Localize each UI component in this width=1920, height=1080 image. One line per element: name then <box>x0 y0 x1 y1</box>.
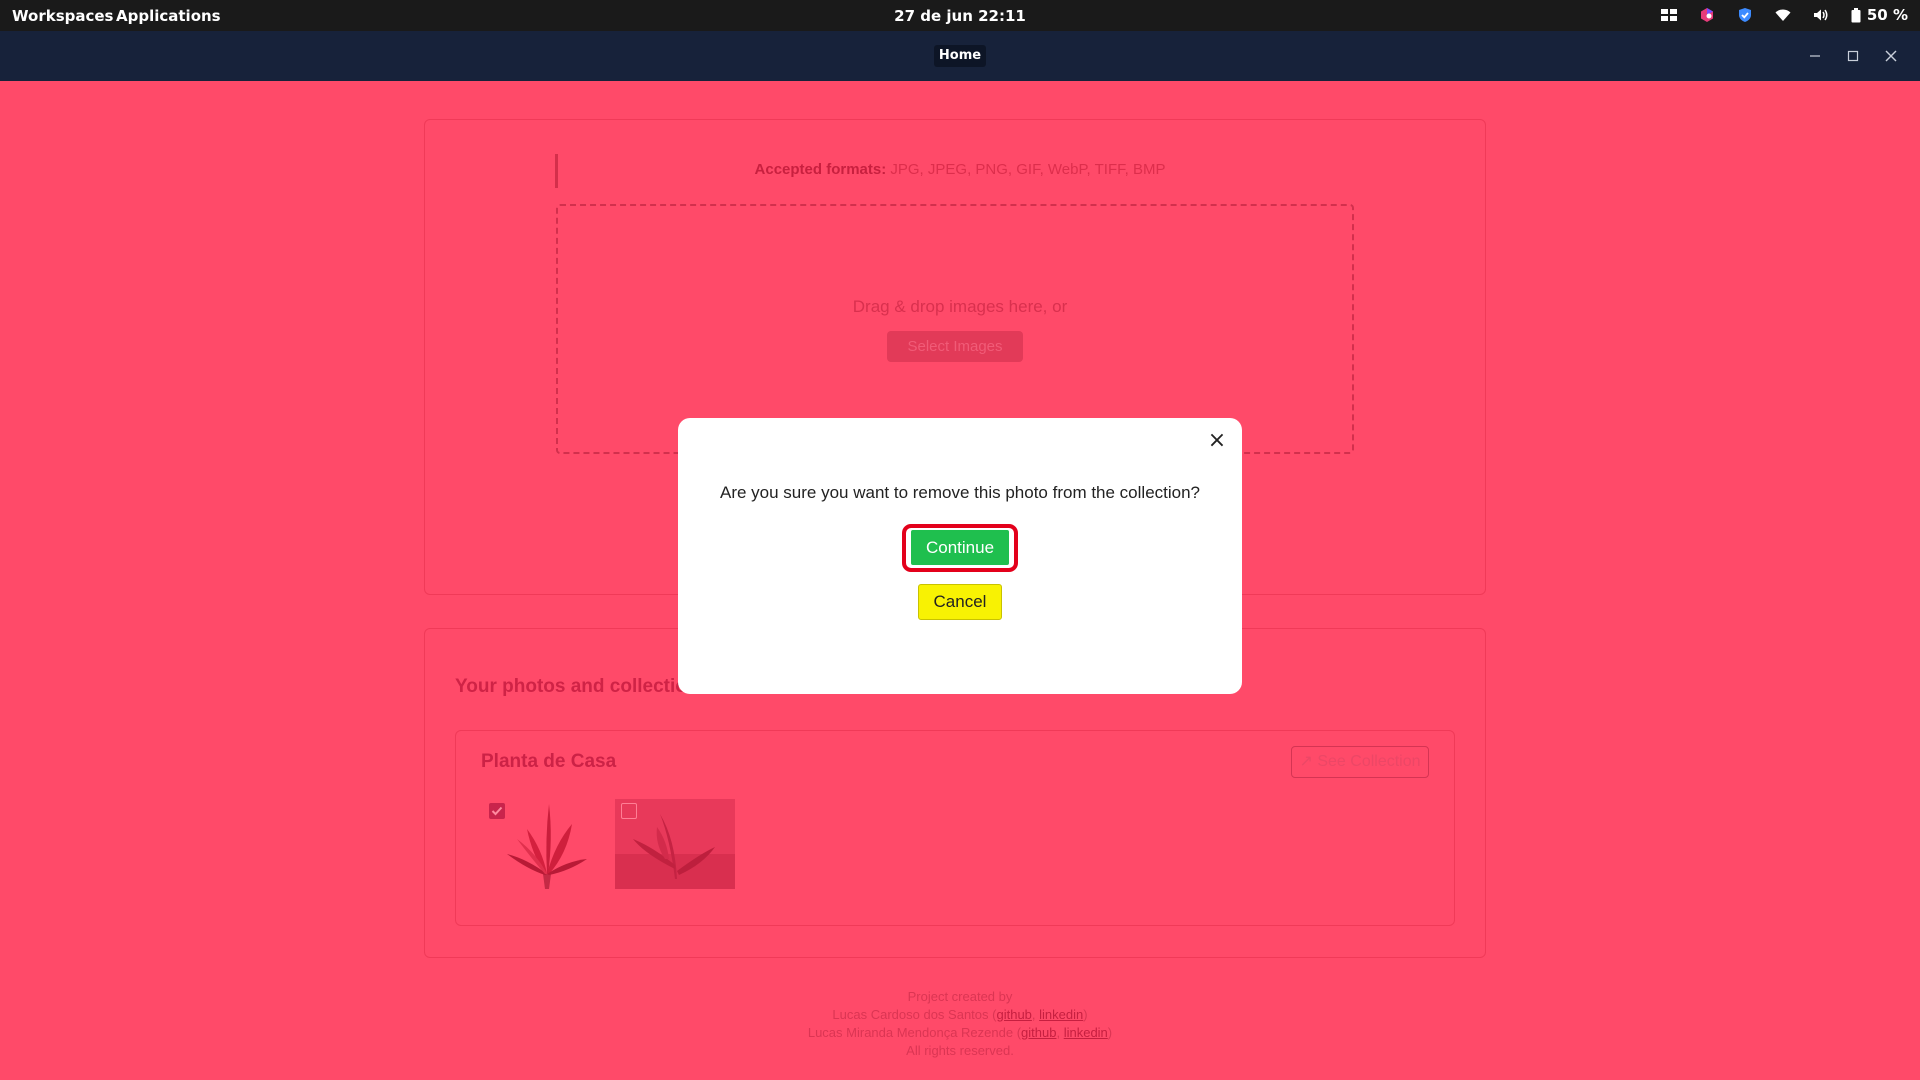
checkmark-icon <box>491 806 503 816</box>
dropzone-text: Drag & drop images here, or <box>852 297 1068 316</box>
close-icon <box>1885 50 1897 62</box>
footer-rights: All rights reserved. <box>906 1043 1014 1058</box>
dialog-close-icon[interactable]: × <box>1206 430 1228 452</box>
maximize-icon <box>1847 50 1859 62</box>
author-1-linkedin-link[interactable]: linkedin <box>1039 1007 1083 1022</box>
photos-section-title-text: Your photos and collections <box>455 676 710 697</box>
page-footer: Project created by Lucas Cardoso dos San… <box>0 988 1920 1060</box>
image-dropzone[interactable] <box>556 204 1354 454</box>
photo-2-checkbox[interactable] <box>621 803 637 819</box>
accepted-formats-value: JPG, JPEG, PNG, GIF, WebP, TIFF, BMP <box>886 161 1166 178</box>
see-collection-button[interactable]: ↗ See Collection <box>1291 746 1429 778</box>
author-1-github-link[interactable]: github <box>996 1007 1031 1022</box>
window-maximize-button[interactable] <box>1845 48 1861 64</box>
accepted-formats-label: Accepted formats: <box>754 161 887 178</box>
window-minimize-button[interactable] <box>1807 48 1823 64</box>
author-2-name: Lucas Miranda Mendonça Rezende <box>807 1025 1014 1040</box>
plant-image-1 <box>507 804 587 889</box>
battery-indicator[interactable]: 50 % <box>1851 6 1908 24</box>
accepted-formats: Accepted formats: JPG, JPEG, PNG, GIF, W… <box>0 161 1920 178</box>
app-indicator-icon[interactable] <box>1699 7 1715 23</box>
arrow-up-right-icon: ↗ <box>1299 753 1313 770</box>
photo-1-checkbox[interactable] <box>489 803 505 819</box>
window-close-button[interactable] <box>1883 48 1899 64</box>
select-images-button[interactable]: Select Images <box>887 331 1023 362</box>
shield-icon[interactable] <box>1737 7 1753 23</box>
system-top-bar: Workspaces Applications 27 de jun 22:11 … <box>0 0 1920 31</box>
author-2-linkedin-link[interactable]: linkedin <box>1064 1025 1108 1040</box>
footer-credit-heading: Project created by <box>907 989 1013 1004</box>
volume-icon[interactable] <box>1813 8 1829 22</box>
battery-icon <box>1851 7 1861 22</box>
windows-grid-icon[interactable] <box>1660 9 1677 21</box>
photos-section-title: Your photos and collections <box>455 676 709 698</box>
footer-author-1: Lucas Cardoso dos Santos (github, linked… <box>832 1007 1088 1022</box>
clock[interactable]: 27 de jun 22:11 <box>0 7 1920 25</box>
author-1-name: Lucas Cardoso dos Santos <box>832 1007 989 1022</box>
system-tray: 50 % <box>1660 6 1908 24</box>
footer-author-2: Lucas Miranda Mendonça Rezende (github, … <box>807 1025 1113 1040</box>
minimize-icon <box>1810 55 1820 57</box>
battery-percent: 50 % <box>1866 6 1908 24</box>
wifi-icon[interactable] <box>1775 8 1791 22</box>
window-title-bar: Home <box>0 31 1920 81</box>
collection-name: Planta de Casa <box>481 751 617 772</box>
confirm-remove-dialog: × Are you sure you want to remove this p… <box>678 418 1242 694</box>
see-collection-label: See Collection <box>1317 753 1421 770</box>
dialog-message: Are you sure you want to remove this pho… <box>719 483 1201 502</box>
author-2-github-link[interactable]: github <box>1021 1025 1056 1040</box>
cancel-button[interactable]: Cancel <box>918 584 1002 620</box>
window-tab-home[interactable]: Home <box>934 45 986 67</box>
continue-button[interactable]: Continue <box>911 530 1009 565</box>
photo-thumbnail-1[interactable] <box>487 799 607 889</box>
